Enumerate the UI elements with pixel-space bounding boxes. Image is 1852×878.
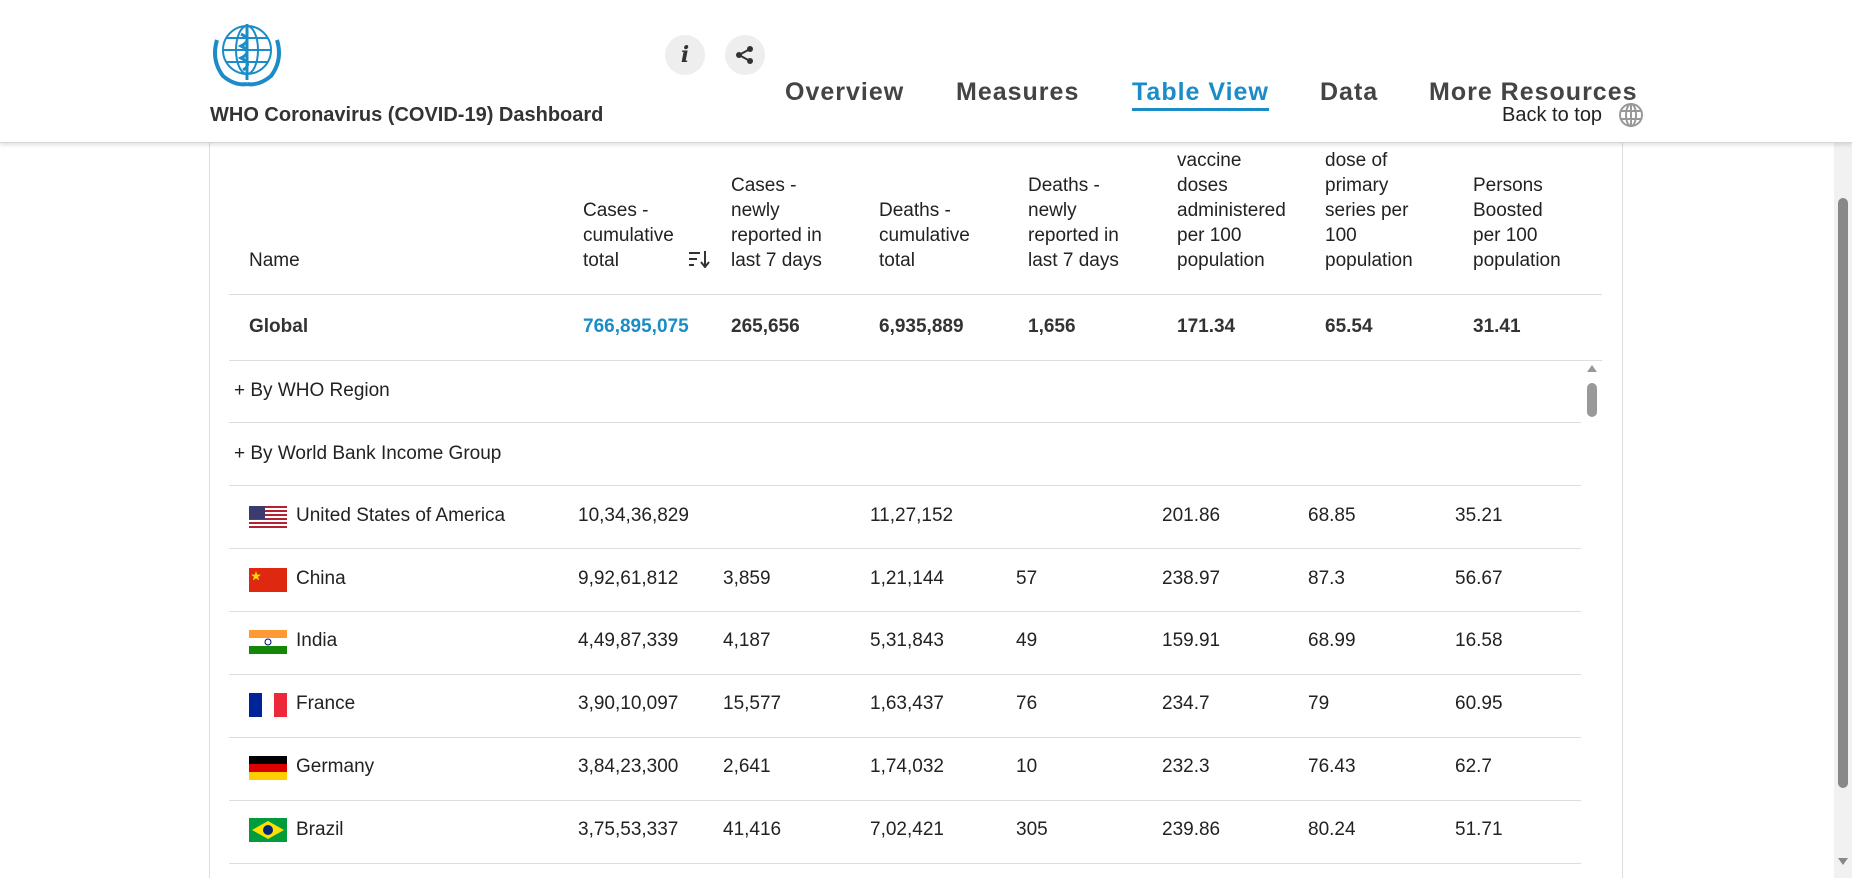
country-name[interactable]: China — [296, 568, 346, 590]
country-name[interactable]: Germany — [296, 756, 374, 778]
cases-total: 3,75,53,337 — [578, 819, 679, 840]
table-row[interactable]: Germany 3,84,23,300 2,641 1,74,032 10 23… — [229, 739, 1581, 801]
info-icon: i — [680, 42, 690, 68]
table-row[interactable]: Brazil 3,75,53,337 41,416 7,02,421 305 2… — [229, 802, 1581, 864]
vaccine-doses: 232.3 — [1162, 756, 1210, 777]
deaths-total: 7,02,421 — [870, 819, 944, 840]
column-header-cases-total[interactable]: Cases - cumulative total — [583, 198, 674, 273]
primary-series: 79 — [1308, 693, 1330, 714]
vaccine-doses: 201.86 — [1162, 505, 1221, 526]
boosted: 51.71 — [1455, 819, 1503, 840]
cases-total: 3,90,10,097 — [578, 693, 679, 714]
country-name[interactable]: Brazil — [296, 819, 344, 841]
deaths-7d: 76 — [1016, 693, 1038, 714]
primary-series: 68.99 — [1308, 630, 1356, 651]
global-cases-7d: 265,656 — [731, 316, 800, 337]
table-row[interactable]: India 4,49,87,339 4,187 5,31,843 49 159.… — [229, 613, 1581, 675]
boosted: 60.95 — [1455, 693, 1503, 714]
cases-total: 4,49,87,339 — [578, 630, 679, 651]
cases-7d: 15,577 — [723, 693, 782, 714]
boosted: 16.58 — [1455, 630, 1503, 651]
deaths-7d: 57 — [1016, 568, 1038, 589]
cases-7d: 41,416 — [723, 819, 782, 840]
global-deaths-7d: 1,656 — [1028, 316, 1076, 337]
primary-series: 80.24 — [1308, 819, 1356, 840]
cases-total: 9,92,61,812 — [578, 568, 679, 589]
country-name[interactable]: India — [296, 630, 337, 652]
cases-total: 3,84,23,300 — [578, 756, 679, 777]
page-scrollbar[interactable] — [1834, 143, 1852, 878]
us-flag-icon — [249, 506, 287, 530]
nav-more-resources[interactable]: More Resources — [1429, 78, 1638, 107]
cases-7d: 2,641 — [723, 756, 771, 777]
share-icon — [736, 46, 753, 64]
info-button[interactable]: i — [665, 35, 705, 75]
column-header-primary-series[interactable]: dose of primary series per 100 population — [1325, 148, 1413, 273]
global-name: Global — [249, 316, 309, 337]
brazil-flag-icon — [249, 818, 287, 842]
deaths-total: 5,31,843 — [870, 630, 944, 651]
nav-overview[interactable]: Overview — [785, 78, 904, 107]
global-vaccine-doses: 171.34 — [1177, 316, 1236, 337]
expand-who-region[interactable]: + By WHO Region — [234, 380, 390, 402]
table-scrollbar[interactable] — [1584, 363, 1600, 878]
primary-series: 76.43 — [1308, 756, 1356, 777]
table-row[interactable]: France 3,90,10,097 15,577 1,63,437 76 23… — [229, 676, 1581, 738]
india-flag-icon — [249, 630, 287, 654]
vaccine-doses: 159.91 — [1162, 630, 1221, 651]
global-cases-total[interactable]: 766,895,075 — [583, 316, 689, 338]
column-header-cases-7d[interactable]: Cases - newly reported in last 7 days — [731, 173, 822, 273]
deaths-7d: 10 — [1016, 756, 1038, 777]
who-logo-icon[interactable] — [209, 20, 285, 88]
table-row[interactable]: China 9,92,61,812 3,859 1,21,144 57 238.… — [229, 550, 1581, 612]
global-deaths-total: 6,935,889 — [879, 316, 964, 337]
country-name[interactable]: France — [296, 693, 355, 715]
nav-measures[interactable]: Measures — [956, 78, 1079, 107]
france-flag-icon — [249, 693, 287, 717]
vaccine-doses: 238.97 — [1162, 568, 1221, 589]
nav-table-view[interactable]: Table View — [1132, 78, 1269, 111]
column-header-deaths-7d[interactable]: Deaths - newly reported in last 7 days — [1028, 173, 1119, 273]
column-header-boosted[interactable]: Persons Boosted per 100 population — [1473, 173, 1561, 273]
sort-descending-icon[interactable] — [688, 250, 710, 268]
boosted: 35.21 — [1455, 505, 1503, 526]
boosted: 62.7 — [1455, 756, 1492, 777]
china-flag-icon — [249, 568, 287, 592]
group-row-who-region[interactable]: + By WHO Region — [229, 361, 1581, 423]
globe-icon[interactable] — [1618, 102, 1644, 128]
column-header-name[interactable]: Name — [249, 248, 300, 273]
deaths-7d: 49 — [1016, 630, 1038, 651]
deaths-7d: 305 — [1016, 819, 1048, 840]
cases-7d: 3,859 — [723, 568, 771, 589]
boosted: 56.67 — [1455, 568, 1503, 589]
back-to-top-link[interactable]: Back to top — [1502, 104, 1602, 127]
global-boosted: 31.41 — [1473, 316, 1521, 337]
nav-data[interactable]: Data — [1320, 78, 1378, 107]
group-row-income-group[interactable]: + By World Bank Income Group — [229, 424, 1581, 486]
primary-series: 68.85 — [1308, 505, 1356, 526]
deaths-total: 1,21,144 — [870, 568, 944, 589]
germany-flag-icon — [249, 756, 287, 780]
expand-income-group[interactable]: + By World Bank Income Group — [234, 443, 501, 465]
top-header: WHO Coronavirus (COVID-19) Dashboard i O… — [0, 0, 1852, 143]
deaths-total: 1,74,032 — [870, 756, 944, 777]
deaths-total: 1,63,437 — [870, 693, 944, 714]
column-header-deaths-total[interactable]: Deaths - cumulative total — [879, 198, 970, 273]
deaths-total: 11,27,152 — [870, 505, 954, 526]
table-row[interactable]: United States of America 10,34,36,829 11… — [229, 487, 1581, 549]
column-header-vaccine-doses[interactable]: vaccine doses administered per 100 populatio… — [1177, 148, 1286, 273]
app-title: WHO Coronavirus (COVID-19) Dashboard — [210, 104, 604, 126]
share-button[interactable] — [725, 35, 765, 75]
global-primary-series: 65.54 — [1325, 316, 1373, 337]
country-name[interactable]: United States of America — [296, 505, 505, 527]
vaccine-doses: 234.7 — [1162, 693, 1210, 714]
cases-total: 10,34,36,829 — [578, 505, 689, 526]
primary-series: 87.3 — [1308, 568, 1345, 589]
vaccine-doses: 239.86 — [1162, 819, 1221, 840]
cases-7d: 4,187 — [723, 630, 771, 651]
